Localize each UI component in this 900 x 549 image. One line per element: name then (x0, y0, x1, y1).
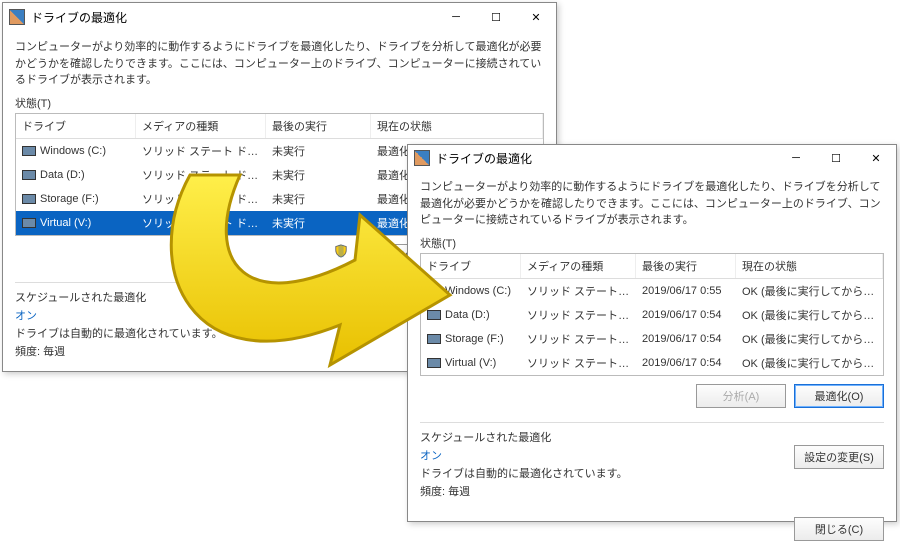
optimize-button[interactable]: 最適化(O) (794, 384, 884, 408)
cell-media: ソリッド ステート ドライブ (521, 305, 636, 325)
cell-last: 未実行 (266, 213, 371, 233)
drive-optimize-icon (414, 150, 430, 166)
drive-optimize-icon (9, 9, 25, 25)
drive-icon (427, 310, 441, 320)
cell-media: ソリッド ステート ドライブ (521, 329, 636, 349)
cell-state: OK (最後に実行してから 0 日) (736, 329, 883, 349)
cell-media: ソリッド ステート ドライブ (136, 213, 266, 233)
cell-drive: Windows (C:) (421, 283, 521, 299)
header-state[interactable]: 現在の状態 (371, 114, 543, 138)
schedule-status: オン (420, 447, 776, 463)
schedule-message: ドライブは自動的に最適化されています。 (420, 465, 776, 481)
cell-media: ソリッド ステート ドライブ (136, 165, 266, 185)
schedule-status: オン (15, 307, 419, 323)
close-dialog-button[interactable]: 閉じる(C) (794, 517, 884, 541)
cell-media: ソリッド ステート ドライブ (521, 353, 636, 373)
table-header: ドライブ メディアの種類 最後の実行 現在の状態 (16, 114, 543, 139)
drive-table: ドライブ メディアの種類 最後の実行 現在の状態 Windows (C:)ソリッ… (420, 253, 884, 376)
window-title: ドライブの最適化 (436, 150, 532, 167)
cell-last: 2019/06/17 0:54 (636, 307, 736, 323)
header-last[interactable]: 最後の実行 (636, 254, 736, 278)
cell-last: 2019/06/17 0:54 (636, 355, 736, 371)
table-row[interactable]: Data (D:)ソリッド ステート ドライブ2019/06/17 0:54OK… (421, 303, 883, 327)
status-label: 状態(T) (420, 235, 884, 251)
status-label: 状態(T) (15, 95, 544, 111)
cell-drive: Storage (F:) (16, 191, 136, 207)
table-row[interactable]: Storage (F:)ソリッド ステート ドライブ2019/06/17 0:5… (421, 327, 883, 351)
drive-icon (22, 218, 36, 228)
cell-media: ソリッド ステート ドライブ (136, 189, 266, 209)
drive-icon (427, 358, 441, 368)
cell-state: OK (最後に実行してから 0 日) (736, 305, 883, 325)
table-row[interactable]: Virtual (V:)ソリッド ステート ドライブ2019/06/17 0:5… (421, 351, 883, 375)
header-media[interactable]: メディアの種類 (136, 114, 266, 138)
cell-drive: Data (D:) (16, 167, 136, 183)
header-last[interactable]: 最後の実行 (266, 114, 371, 138)
cell-last: 2019/06/17 0:55 (636, 283, 736, 299)
minimize-button[interactable]: ─ (776, 145, 816, 171)
schedule-message: ドライブは自動的に最適化されています。 (15, 325, 419, 341)
drive-icon (22, 194, 36, 204)
cell-drive: Windows (C:) (16, 143, 136, 159)
drive-icon (427, 334, 441, 344)
schedule-section-title: スケジュールされた最適化 (420, 429, 884, 445)
header-drive[interactable]: ドライブ (421, 254, 521, 278)
window-optimize-after: ドライブの最適化 ─ ☐ ✕ コンピューターがより効率的に動作するようにドライブ… (407, 144, 897, 522)
header-drive[interactable]: ドライブ (16, 114, 136, 138)
shield-icon (334, 244, 348, 258)
cell-last: 未実行 (266, 141, 371, 161)
drive-icon (22, 170, 36, 180)
cell-drive: Virtual (V:) (16, 215, 136, 231)
close-button[interactable]: ✕ (856, 145, 896, 171)
maximize-button[interactable]: ☐ (476, 4, 516, 30)
cell-last: 未実行 (266, 165, 371, 185)
table-header: ドライブ メディアの種類 最後の実行 現在の状態 (421, 254, 883, 279)
schedule-frequency: 頻度: 毎週 (15, 343, 419, 359)
cell-state: OK (最後に実行してから 0 日) (736, 281, 883, 301)
cell-drive: Virtual (V:) (421, 355, 521, 371)
cell-last: 未実行 (266, 189, 371, 209)
cell-state: OK (最後に実行してから 0 日) (736, 353, 883, 373)
cell-last: 2019/06/17 0:54 (636, 331, 736, 347)
minimize-button[interactable]: ─ (436, 4, 476, 30)
cell-drive: Storage (F:) (421, 331, 521, 347)
schedule-frequency: 頻度: 毎週 (420, 483, 776, 499)
drive-icon (22, 146, 36, 156)
header-media[interactable]: メディアの種類 (521, 254, 636, 278)
change-settings-button[interactable]: 設定の変更(S) (794, 445, 884, 469)
table-row[interactable]: Windows (C:)ソリッド ステート ドライブ2019/06/17 0:5… (421, 279, 883, 303)
cell-media: ソリッド ステート ドライブ (521, 281, 636, 301)
close-button[interactable]: ✕ (516, 4, 556, 30)
cell-media: ソリッド ステート ドライブ (136, 141, 266, 161)
description-text: コンピューターがより効率的に動作するようにドライブを最適化したり、ドライブを分析… (420, 179, 884, 229)
titlebar: ドライブの最適化 ─ ☐ ✕ (3, 3, 556, 31)
maximize-button[interactable]: ☐ (816, 145, 856, 171)
titlebar: ドライブの最適化 ─ ☐ ✕ (408, 145, 896, 171)
cell-drive: Data (D:) (421, 307, 521, 323)
description-text: コンピューターがより効率的に動作するようにドライブを最適化したり、ドライブを分析… (15, 39, 544, 89)
drive-icon (427, 286, 441, 296)
header-state[interactable]: 現在の状態 (736, 254, 883, 278)
window-title: ドライブの最適化 (31, 9, 127, 26)
analyze-button[interactable]: 分析(A) (696, 384, 786, 408)
